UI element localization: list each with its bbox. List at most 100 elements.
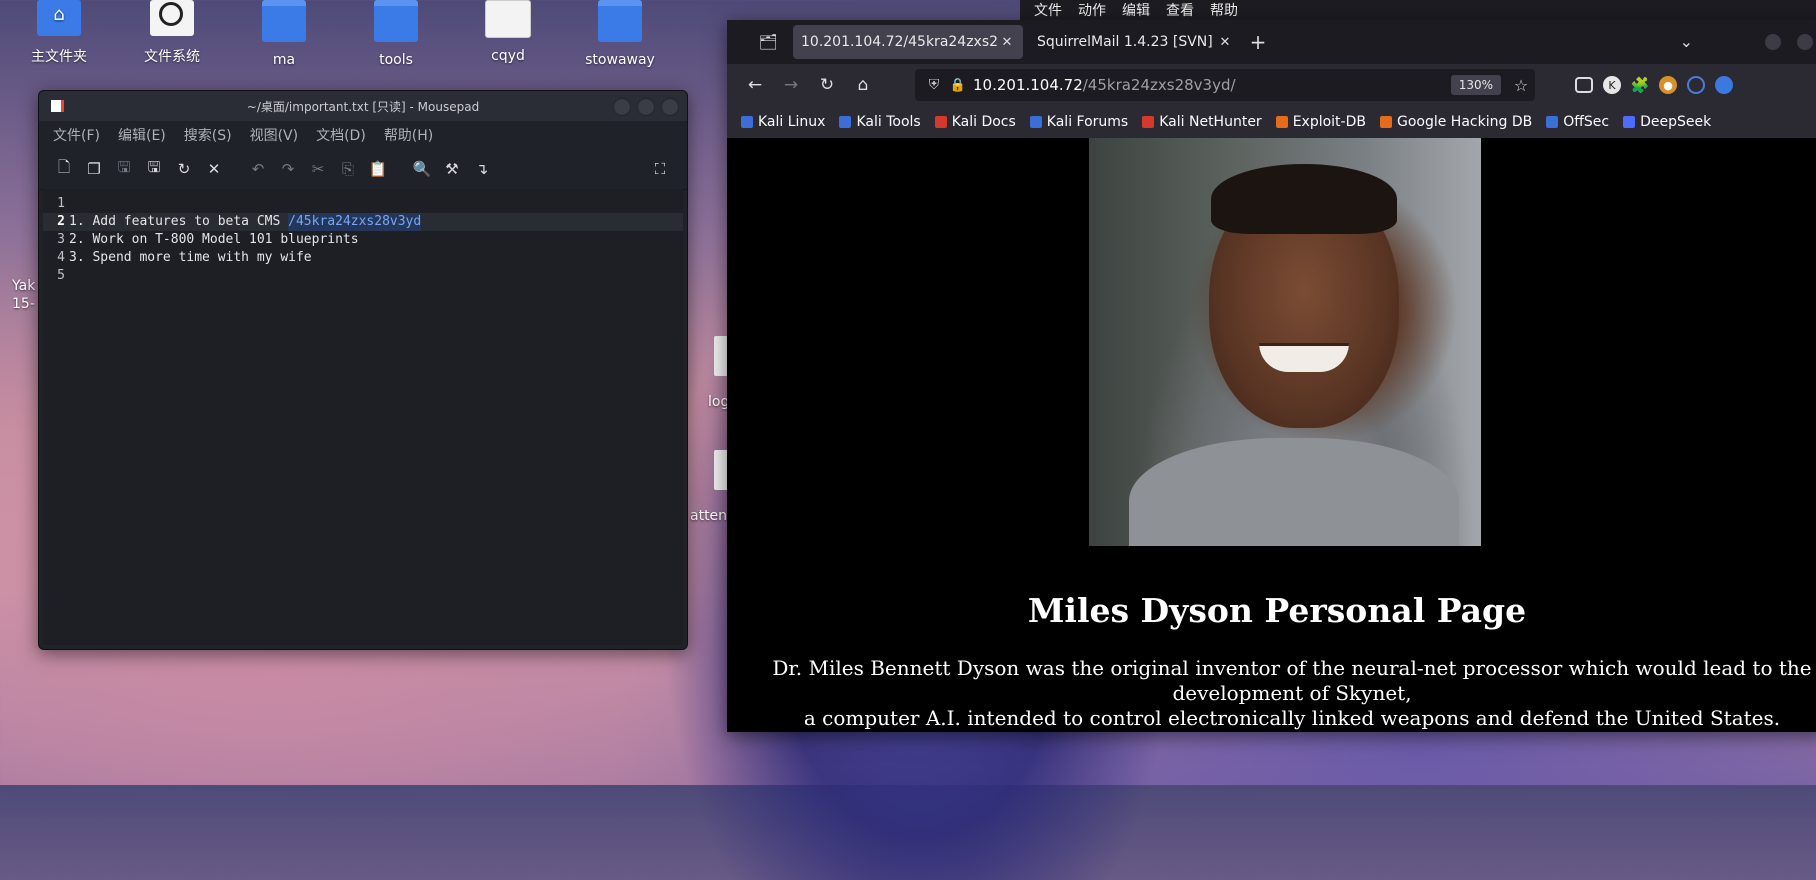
lock-icon[interactable]: 🔒 bbox=[947, 78, 969, 93]
bookmark-label: Kali NetHunter bbox=[1159, 114, 1262, 130]
toolbar: 🗋 ❐ 🖫 🖫 ↻ ✕ ↶ ↷ ✂ ⎘ 📋 🔍 ⚒ ↴ ⛶ bbox=[39, 149, 687, 190]
desktop-icon-tools[interactable]: tools bbox=[351, 0, 441, 68]
undo-icon[interactable]: ↶ bbox=[243, 154, 273, 184]
menu-help[interactable]: 帮助(H) bbox=[384, 125, 433, 145]
editor-line: 1 bbox=[43, 195, 683, 213]
panel-menu-file[interactable]: 文件 bbox=[1034, 0, 1062, 20]
tab-squirrelmail[interactable]: SquirrelMail 1.4.23 [SVN] ✕ bbox=[1029, 25, 1241, 59]
desktop-icon-stowaway[interactable]: stowaway bbox=[575, 0, 665, 68]
close-document-icon[interactable]: ✕ bbox=[199, 154, 229, 184]
bookmark-offsec[interactable]: OffSec bbox=[1546, 114, 1609, 130]
new-tab-icon[interactable]: + bbox=[1241, 30, 1275, 54]
line-number: 4 bbox=[57, 250, 65, 265]
panel-menu-help[interactable]: 帮助 bbox=[1210, 0, 1238, 20]
panel-menu-view[interactable]: 查看 bbox=[1166, 0, 1194, 20]
top-panel-menu: 文件 动作 编辑 查看 帮助 bbox=[1020, 0, 1816, 20]
go-to-line-icon[interactable]: ↴ bbox=[467, 154, 497, 184]
tab-label: 10.201.104.72/45kra24zxs28v bbox=[801, 34, 999, 50]
tab-strip: 🗂 10.201.104.72/45kra24zxs28v ✕ Squirrel… bbox=[727, 20, 1816, 64]
menu-view[interactable]: 视图(V) bbox=[250, 125, 299, 145]
window-titlebar[interactable]: ~/桌面/important.txt [只读] - Mousepad bbox=[39, 91, 687, 121]
back-icon[interactable]: ← bbox=[737, 75, 773, 95]
forward-icon[interactable]: → bbox=[773, 75, 809, 95]
bookmark-kali-tools[interactable]: Kali Tools bbox=[839, 114, 921, 130]
new-document-icon[interactable]: 🗋 bbox=[49, 154, 79, 184]
paragraph-line: development of Skynet, bbox=[1172, 681, 1412, 705]
bookmark-google-hacking-db[interactable]: Google Hacking DB bbox=[1379, 114, 1532, 130]
desktop-icon-cqyd[interactable]: cqyd bbox=[463, 0, 553, 64]
selected-text: /45kra24zxs28v3yd bbox=[288, 213, 422, 231]
url-bar[interactable]: ⛨ 🔒 10.201.104.72/45kra24zxs28v3yd/ 130%… bbox=[915, 69, 1535, 101]
menu-search[interactable]: 搜索(S) bbox=[184, 125, 232, 145]
offsec-icon bbox=[1546, 116, 1559, 128]
new-window-icon[interactable]: ❐ bbox=[79, 154, 109, 184]
portrait-image bbox=[1089, 138, 1481, 546]
extension-ring-icon[interactable] bbox=[1687, 76, 1705, 94]
zoom-indicator[interactable]: 130% bbox=[1450, 75, 1501, 95]
paragraph-line: a computer A.I. intended to control elec… bbox=[803, 706, 1781, 730]
desktop-icon-filesystem[interactable]: 文件系统 bbox=[127, 0, 217, 66]
bookmark-exploit-db[interactable]: Exploit-DB bbox=[1275, 114, 1366, 130]
maximize-button[interactable] bbox=[637, 98, 655, 116]
desktop-icon-label: 文件系统 bbox=[144, 49, 200, 65]
close-button[interactable] bbox=[661, 98, 679, 116]
shield-icon[interactable]: ⛨ bbox=[921, 77, 947, 93]
reload-icon[interactable]: ↻ bbox=[809, 75, 845, 95]
cookie-icon[interactable]: ● bbox=[1659, 76, 1677, 94]
minimize-button[interactable] bbox=[1765, 33, 1781, 50]
bookmark-star-icon[interactable]: ☆ bbox=[1507, 76, 1535, 95]
desktop-label-yak2: 15- bbox=[12, 296, 35, 312]
desktop-icon-label: tools bbox=[379, 52, 413, 68]
cut-icon[interactable]: ✂ bbox=[303, 154, 333, 184]
nethunter-icon bbox=[1142, 116, 1155, 128]
home-icon[interactable]: ⌂ bbox=[845, 75, 881, 95]
close-tab-icon[interactable]: ✕ bbox=[999, 35, 1015, 50]
redo-icon[interactable]: ↷ bbox=[273, 154, 303, 184]
menu-file[interactable]: 文件(F) bbox=[53, 125, 100, 145]
maximize-button[interactable] bbox=[1797, 33, 1813, 50]
tab-active[interactable]: 10.201.104.72/45kra24zxs28v ✕ bbox=[793, 25, 1023, 59]
drive-icon bbox=[150, 0, 194, 36]
save-as-icon[interactable]: 🖫 bbox=[139, 154, 169, 184]
pocket-icon[interactable] bbox=[1575, 77, 1593, 93]
account-icon[interactable] bbox=[1715, 76, 1733, 94]
kali-icon bbox=[741, 116, 753, 128]
search-icon[interactable]: 🔍 bbox=[407, 154, 437, 184]
page-paragraph: Dr. Miles Bennett Dyson was the original… bbox=[737, 656, 1816, 731]
panel-menu-edit[interactable]: 编辑 bbox=[1122, 0, 1150, 20]
panel-menu-action[interactable]: 动作 bbox=[1078, 0, 1106, 20]
desktop-icon-home[interactable]: 主文件夹 bbox=[14, 0, 104, 66]
find-replace-icon[interactable]: ⚒ bbox=[437, 154, 467, 184]
url-path: /45kra24zxs28v3yd/ bbox=[1082, 76, 1236, 94]
list-tabs-icon[interactable]: ⌄ bbox=[1680, 32, 1693, 51]
menu-edit[interactable]: 编辑(E) bbox=[118, 125, 166, 145]
mousepad-window: ~/桌面/important.txt [只读] - Mousepad 文件(F)… bbox=[38, 90, 688, 650]
exploit-db-icon bbox=[1275, 116, 1288, 128]
save-icon[interactable]: 🖫 bbox=[109, 154, 139, 184]
editor-line: 3 2. Work on T-800 Model 101 blueprints bbox=[43, 231, 683, 249]
editor-line: 4 3. Spend more time with my wife bbox=[43, 249, 683, 267]
copy-icon[interactable]: ⎘ bbox=[333, 154, 363, 184]
desktop-icon-ma[interactable]: ma bbox=[239, 0, 329, 68]
reload-icon[interactable]: ↻ bbox=[169, 154, 199, 184]
window-title: ~/桌面/important.txt [只读] - Mousepad bbox=[246, 99, 480, 114]
fullscreen-icon[interactable]: ⛶ bbox=[645, 154, 675, 184]
desktop-icon-label: 主文件夹 bbox=[31, 49, 87, 65]
close-tab-icon[interactable]: ✕ bbox=[1217, 35, 1233, 50]
minimize-button[interactable] bbox=[613, 98, 631, 116]
tab-manager-icon[interactable]: 🗂 bbox=[743, 33, 793, 51]
browser-window: 🗂 10.201.104.72/45kra24zxs28v ✕ Squirrel… bbox=[727, 20, 1816, 732]
bookmark-kali-linux[interactable]: Kali Linux bbox=[741, 114, 825, 130]
text-editor[interactable]: 1 2 1. Add features to beta CMS /45kra24… bbox=[43, 189, 683, 645]
bookmark-label: Exploit-DB bbox=[1292, 114, 1366, 130]
paste-icon[interactable]: 📋 bbox=[363, 154, 393, 184]
extensions-icon[interactable]: 🧩 bbox=[1631, 76, 1650, 94]
editor-line: 5 bbox=[43, 267, 683, 285]
bookmark-kali-nethunter[interactable]: Kali NetHunter bbox=[1142, 114, 1262, 130]
extension-k-icon[interactable]: K bbox=[1603, 76, 1621, 94]
bookmark-deepseek[interactable]: DeepSeek bbox=[1623, 114, 1711, 130]
bookmark-kali-forums[interactable]: Kali Forums bbox=[1029, 114, 1128, 130]
bookmark-kali-docs[interactable]: Kali Docs bbox=[934, 114, 1016, 130]
forums-icon bbox=[1029, 116, 1042, 128]
menu-document[interactable]: 文档(D) bbox=[316, 125, 366, 145]
